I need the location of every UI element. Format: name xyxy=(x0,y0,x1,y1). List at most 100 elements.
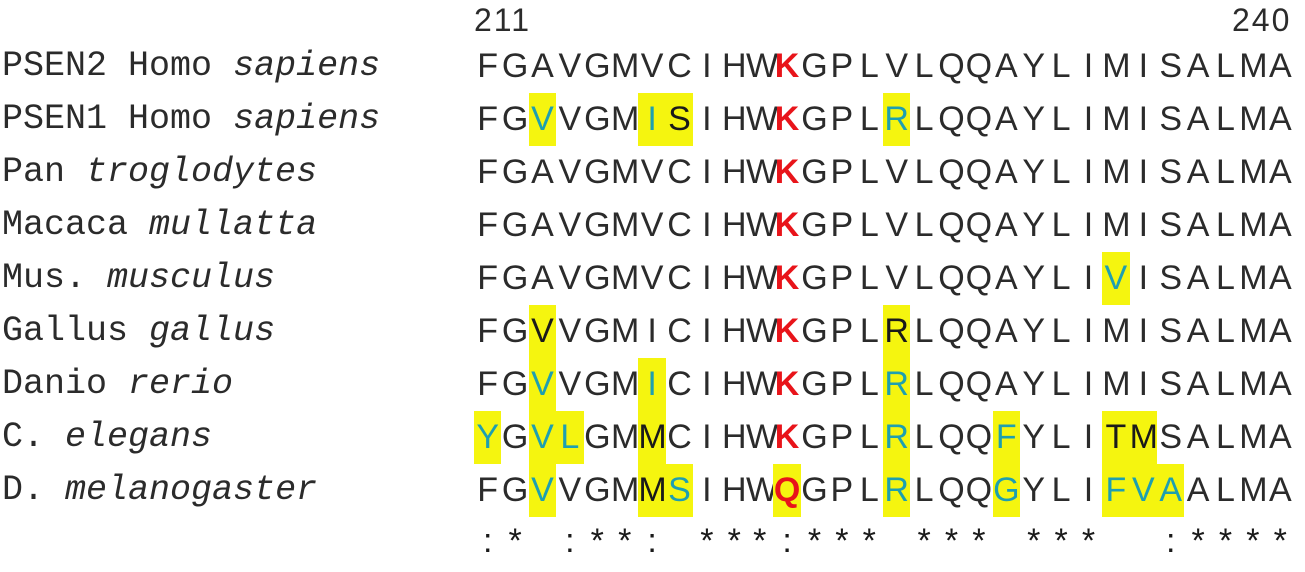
residue: S xyxy=(1159,259,1183,297)
species-epithet: gallus xyxy=(149,311,276,351)
residue: C xyxy=(667,312,692,350)
residue: G xyxy=(801,312,828,350)
residue: A xyxy=(1268,153,1292,191)
residue: A xyxy=(531,153,554,191)
residue: V xyxy=(885,206,909,244)
residue: A xyxy=(1186,418,1210,456)
residue: A xyxy=(1186,365,1210,403)
residue: M xyxy=(1239,365,1268,403)
residue: W xyxy=(746,365,779,403)
residue: V xyxy=(885,47,909,85)
residue: F xyxy=(477,471,499,509)
residue: G xyxy=(584,259,611,297)
conservation-mark: * xyxy=(862,522,876,560)
residue: A xyxy=(1157,464,1185,517)
residue: I xyxy=(702,47,712,85)
residue: H xyxy=(722,312,747,350)
conservation-mark: * xyxy=(727,522,741,560)
conservation-mark: * xyxy=(753,522,767,560)
species-epithet: sapiens xyxy=(233,46,381,86)
residue: A xyxy=(1268,365,1292,403)
species-genus: Danio xyxy=(2,364,108,404)
residue: Q xyxy=(965,471,993,509)
residue: Y xyxy=(1022,206,1046,244)
residue: I xyxy=(702,365,712,403)
residue: A xyxy=(531,206,554,244)
residue: M xyxy=(1102,100,1131,138)
species-name: Mus. musculus xyxy=(2,252,275,305)
alignment-row: Macaca mullatta F G A V G M V C I H W K G P L V L Q Q A Y L I M I… xyxy=(0,199,1305,252)
residue: L xyxy=(1216,312,1235,350)
residue: L xyxy=(1051,471,1071,509)
residue: A xyxy=(1186,259,1210,297)
residue: M xyxy=(1239,312,1268,350)
residue: M xyxy=(1129,411,1158,464)
residue: V xyxy=(528,305,557,358)
species-name: PSEN2 Homo sapiens xyxy=(2,40,380,93)
residue: G xyxy=(801,365,828,403)
alignment-row: Mus. musculus F G A V G M V C I H W K G P L V L Q Q A Y L I V I S A… xyxy=(0,252,1305,305)
residue: K xyxy=(774,153,800,191)
residue: F xyxy=(477,153,499,191)
residue: Q xyxy=(965,153,993,191)
residue: P xyxy=(830,471,854,509)
residue: V xyxy=(640,153,664,191)
residue: M xyxy=(611,153,640,191)
conservation-mark xyxy=(666,519,693,563)
conservation-mark: : xyxy=(482,522,493,560)
species-genus: PSEN2 Homo xyxy=(2,46,213,86)
residue: K xyxy=(774,259,800,297)
residue: I xyxy=(702,100,712,138)
residue: I xyxy=(1138,365,1149,403)
residue: S xyxy=(1159,206,1183,244)
residue: V xyxy=(640,259,664,297)
residue: K xyxy=(774,100,800,138)
residue: L xyxy=(1051,259,1071,297)
residue: H xyxy=(722,47,747,85)
residue: W xyxy=(746,471,779,509)
residue: L xyxy=(859,47,879,85)
residue: F xyxy=(477,365,499,403)
residue: Q xyxy=(965,312,993,350)
residue: I xyxy=(1138,312,1149,350)
conservation-mark: * xyxy=(944,522,959,560)
residue: I xyxy=(702,418,712,456)
residue: P xyxy=(830,206,854,244)
residue: S xyxy=(1159,47,1183,85)
residue: V xyxy=(528,464,557,517)
species-epithet: musculus xyxy=(107,258,276,298)
residue: Y xyxy=(1022,365,1046,403)
residue: A xyxy=(994,47,1018,85)
residue: M xyxy=(1239,259,1268,297)
residue: I xyxy=(1138,206,1149,244)
residue: A xyxy=(1268,47,1292,85)
residue: A xyxy=(994,259,1018,297)
residue: M xyxy=(1102,365,1131,403)
residue: P xyxy=(830,100,854,138)
conservation-mark: * xyxy=(807,522,822,560)
conservation-mark: * xyxy=(1081,522,1096,560)
residue: A xyxy=(1268,259,1292,297)
species-epithet: mullatta xyxy=(149,205,318,245)
species-epithet: troglodytes xyxy=(86,152,318,192)
residue: G xyxy=(584,471,611,509)
conservation-mark: * xyxy=(508,522,522,560)
species-name: C. elegans xyxy=(2,411,212,464)
residue: H xyxy=(722,418,747,456)
residue: G xyxy=(584,100,611,138)
conservation-mark: * xyxy=(972,522,986,560)
residue: A xyxy=(994,365,1018,403)
residue: I xyxy=(1083,153,1094,191)
residue: I xyxy=(1083,206,1094,244)
residue: I xyxy=(1138,47,1149,85)
residue: L xyxy=(1051,418,1071,456)
residue: Y xyxy=(1022,153,1046,191)
residue: Y xyxy=(1022,47,1046,85)
residue: A xyxy=(994,153,1018,191)
residue: V xyxy=(558,312,582,350)
residue: L xyxy=(859,100,879,138)
residue: Q xyxy=(938,259,965,297)
residue: C xyxy=(667,418,692,456)
species-epithet: rerio xyxy=(128,364,234,404)
residue: M xyxy=(1239,471,1268,509)
